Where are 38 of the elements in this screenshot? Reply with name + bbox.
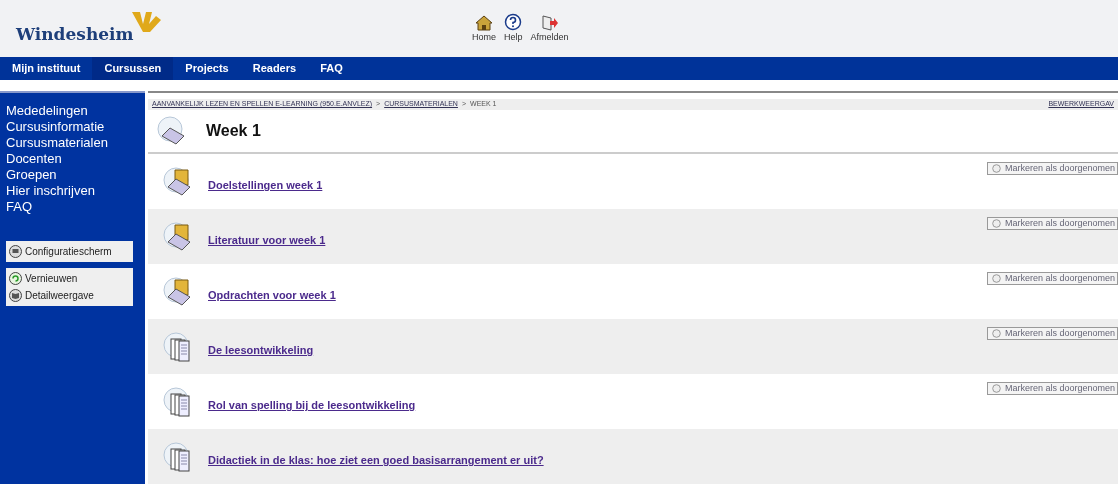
- book-icon: [9, 289, 22, 302]
- content-link[interactable]: Doelstellingen week 1: [208, 177, 323, 194]
- content-link[interactable]: Opdrachten voor week 1: [208, 287, 336, 304]
- mark-done-button[interactable]: Markeren als doorgenomen: [986, 382, 1118, 395]
- nav-tab[interactable]: Cursussen: [92, 57, 174, 80]
- radio-circle-icon: [991, 384, 1001, 393]
- radio-circle-icon: [991, 274, 1001, 283]
- tool-link[interactable]: Configuratiescherm: [9, 244, 130, 259]
- radio-circle-icon: [991, 164, 1001, 173]
- content-link[interactable]: Rol van spelling bij de leesontwikkeling: [208, 397, 416, 414]
- logo: Windesheim: [16, 23, 134, 46]
- content-link[interactable]: Didactiek in de klas: hoe ziet een goed basisarrangement er uit?: [208, 452, 544, 469]
- sidebar-link[interactable]: Mededelingen: [6, 103, 139, 119]
- door-arrow-icon: [540, 14, 559, 31]
- mark-done-button[interactable]: Markeren als doorgenomen: [986, 327, 1118, 340]
- content-link[interactable]: Literatuur voor week 1: [208, 232, 326, 249]
- sidebar-link[interactable]: Groepen: [6, 167, 139, 183]
- header-link[interactable]: Home: [472, 14, 496, 45]
- tool-link[interactable]: Vernieuwen: [9, 271, 130, 286]
- house-icon: [475, 14, 493, 31]
- header-link[interactable]: Afmelden: [530, 14, 569, 45]
- page-title: Week 1: [206, 120, 261, 141]
- refresh-icon: [9, 272, 22, 285]
- sidebar-link[interactable]: Cursusinformatie: [6, 119, 139, 135]
- help-icon: [504, 12, 523, 31]
- sidebar-link[interactable]: FAQ: [6, 199, 139, 215]
- mark-done-button[interactable]: Markeren als doorgenomen: [986, 217, 1118, 230]
- tool-link[interactable]: Detailweergave: [9, 288, 130, 303]
- radio-circle-icon: [991, 219, 1001, 228]
- monitor-icon: [9, 245, 22, 258]
- header-link[interactable]: Help: [504, 12, 523, 45]
- mark-done-button[interactable]: Markeren als doorgenomen: [986, 162, 1118, 175]
- sidebar-link[interactable]: Cursusmaterialen: [6, 135, 139, 151]
- mark-done-button[interactable]: Markeren als doorgenomen: [986, 272, 1118, 285]
- content-link[interactable]: De leesontwikkeling: [208, 342, 314, 359]
- sidebar-link[interactable]: Hier inschrijven: [6, 183, 139, 199]
- radio-circle-icon: [991, 329, 1001, 338]
- sidebar-link[interactable]: Docenten: [6, 151, 139, 167]
